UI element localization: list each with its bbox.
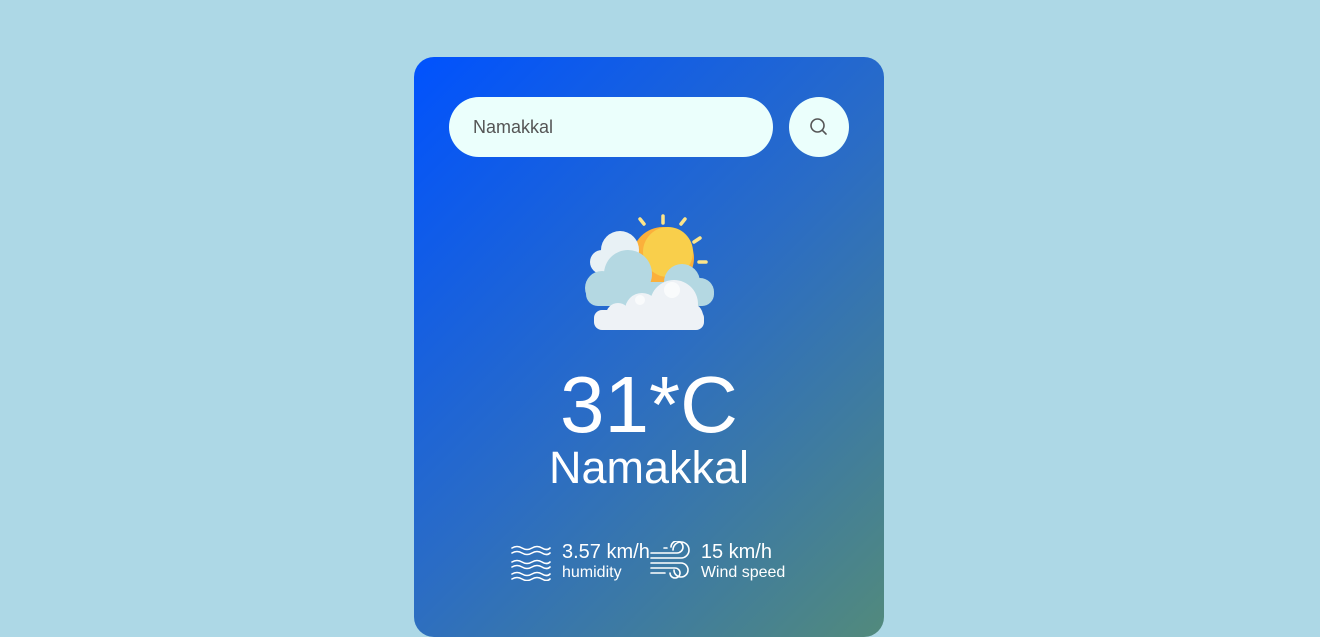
temperature: 31*C <box>560 360 738 449</box>
search-input[interactable] <box>449 97 773 157</box>
wind-block: 15 km/h Wind speed <box>650 541 786 583</box>
humidity-label: humidity <box>562 564 622 581</box>
humidity-value: 3.57 km/h <box>562 541 650 563</box>
humidity-waves-icon <box>511 545 551 581</box>
wind-speed-value: 15 km/h <box>700 541 772 563</box>
humidity-block: 3.57 km/h humidity <box>511 541 650 583</box>
partly-cloudy-sun-icon <box>585 214 714 330</box>
wind-icon <box>650 541 690 579</box>
city-name: Namakkal <box>548 442 750 493</box>
wind-speed-label: Wind speed <box>700 564 786 581</box>
search-icon <box>810 118 827 135</box>
search-button[interactable] <box>789 97 849 157</box>
weather-card: 31*C Namakkal 3.57 km/h humidity <box>414 57 884 637</box>
weather-details: 3.57 km/h humidity 15 km/h Wind speed <box>511 541 785 583</box>
